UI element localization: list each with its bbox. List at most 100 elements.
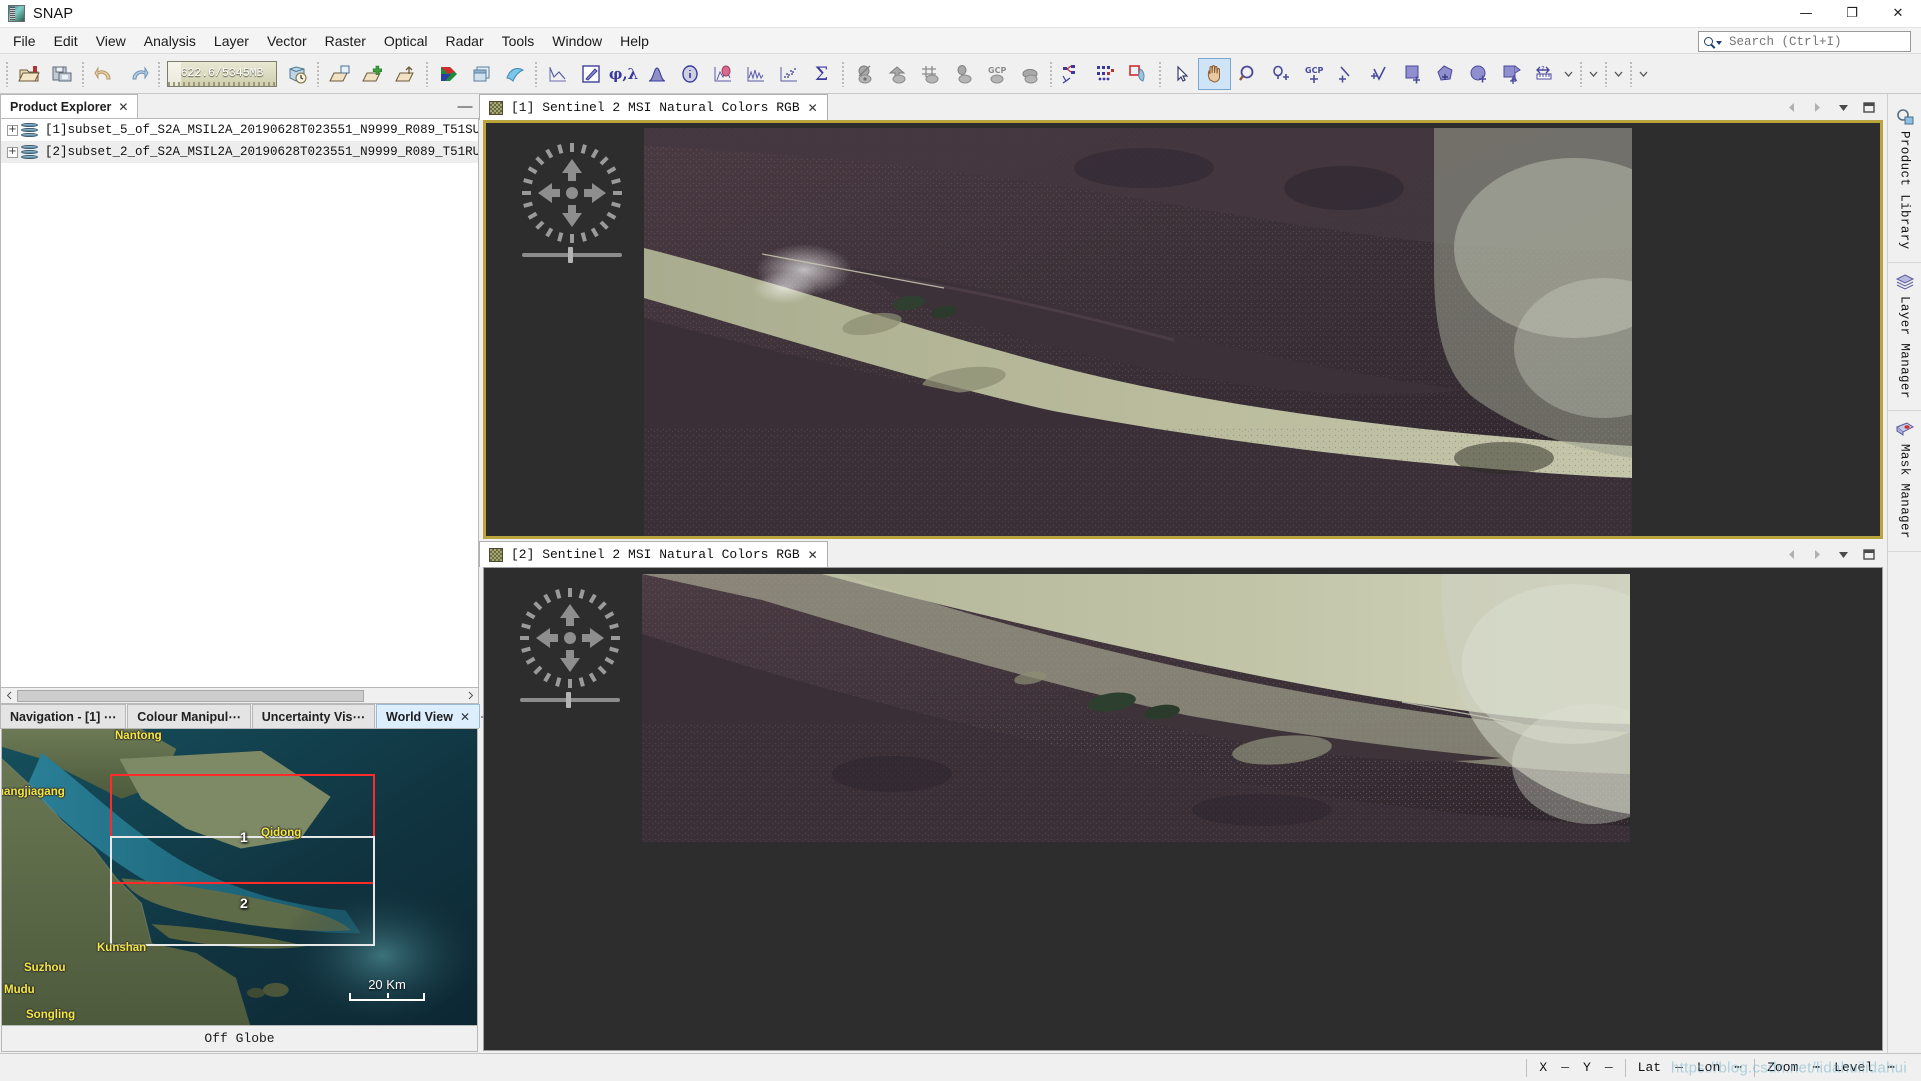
scroll-right-icon[interactable] — [462, 689, 478, 703]
scrollbar-track[interactable] — [17, 688, 462, 703]
selection-tool-button[interactable] — [1165, 58, 1198, 90]
tab-scroll-left-icon[interactable] — [1783, 97, 1799, 117]
menu-optical[interactable]: Optical — [375, 30, 437, 52]
pin-manager-button[interactable] — [574, 58, 607, 90]
geo-coding-button[interactable]: φ,λ — [607, 58, 640, 90]
graticule-overlay-button[interactable] — [914, 58, 947, 90]
analysis-info-button[interactable] — [673, 58, 706, 90]
tab-scroll-left-icon[interactable] — [1783, 544, 1799, 564]
statistics-button[interactable]: Σ — [805, 58, 838, 90]
menu-tools[interactable]: Tools — [493, 30, 544, 52]
menu-radar[interactable]: Radar — [436, 30, 492, 52]
pan-tool-button[interactable] — [1198, 57, 1231, 90]
rail-mask-manager[interactable]: Mask Manager — [1888, 413, 1921, 553]
restore-button[interactable]: ❐ — [1829, 0, 1875, 28]
ellipse-drawing-tool-button[interactable] — [1462, 58, 1495, 90]
zoom-tool-button[interactable] — [1231, 58, 1264, 90]
export-product-button[interactable] — [389, 58, 422, 90]
histogram-plot-button[interactable] — [739, 58, 772, 90]
menu-raster[interactable]: Raster — [316, 30, 375, 52]
menu-layer[interactable]: Layer — [205, 30, 258, 52]
menu-window[interactable]: Window — [543, 30, 611, 52]
memory-monitor[interactable]: 622.6/5345MB — [167, 60, 277, 87]
world-view-canvas[interactable]: Nantong Zhangjiagang Qidong Kunshan Suzh… — [1, 729, 478, 1026]
open-subset-button[interactable] — [323, 58, 356, 90]
scrollbar-thumb[interactable] — [17, 689, 365, 702]
tab-uncertainty-visualisation[interactable]: Uncertainty Vis⋯ — [251, 704, 376, 728]
menu-file[interactable]: File — [4, 30, 45, 52]
maximize-view-icon[interactable] — [1861, 544, 1877, 564]
minimize-panel-button[interactable]: — — [451, 94, 479, 118]
graph-builder-button[interactable] — [1056, 58, 1089, 90]
gcp-overlay-button[interactable]: GCP — [980, 58, 1013, 90]
maximize-view-icon[interactable] — [1861, 97, 1877, 117]
minimize-button[interactable]: — — [1783, 0, 1829, 28]
open-rgb-image-button[interactable] — [432, 58, 465, 90]
close-icon[interactable]: ✕ — [808, 548, 818, 562]
pan-compass-widget[interactable] — [520, 141, 624, 265]
product-tree[interactable]: + [1] subset_5_of_S2A_MSIL2A_20190628T02… — [0, 119, 479, 688]
toolbar-overflow-chevron[interactable] — [1561, 58, 1576, 90]
view-2-image-canvas[interactable] — [483, 567, 1883, 1051]
tab-navigation[interactable]: Navigation - [1] ⋯ — [0, 704, 127, 728]
open-image-window-button[interactable] — [465, 58, 498, 90]
menu-edit[interactable]: Edit — [45, 30, 87, 52]
polyline-drawing-tool-button[interactable] — [1363, 58, 1396, 90]
close-icon[interactable]: ✕ — [118, 100, 128, 114]
menu-view[interactable]: View — [87, 30, 135, 52]
profile-plot-button[interactable] — [541, 58, 574, 90]
rail-layer-manager[interactable]: Layer Manager — [1888, 265, 1921, 412]
pan-compass-widget[interactable] — [518, 586, 622, 710]
product-tree-row-2[interactable]: + [2] subset_2_of_S2A_MSIL2A_20190628T02… — [1, 141, 478, 163]
band-maths-button[interactable] — [498, 58, 531, 90]
expand-icon[interactable]: + — [7, 146, 18, 158]
open-product-button[interactable] — [12, 58, 45, 90]
tab-view-1[interactable]: [1] Sentinel 2 MSI Natural Colors RGB ✕ — [479, 94, 828, 120]
rail-product-library[interactable]: Product Library — [1888, 100, 1921, 263]
tab-scroll-right-icon[interactable] — [1809, 97, 1825, 117]
reopen-product-button[interactable] — [280, 58, 313, 90]
toolbar-overflow-chevron-3[interactable] — [1611, 58, 1626, 90]
scatter-plot-button[interactable] — [772, 58, 805, 90]
product-tree-horizontal-scrollbar[interactable] — [0, 688, 479, 704]
search-box[interactable] — [1698, 31, 1911, 52]
magic-wand-tool-button[interactable] — [1495, 58, 1528, 90]
close-icon[interactable]: ✕ — [460, 710, 470, 724]
compass-ring-icon[interactable] — [518, 586, 622, 690]
information-button[interactable] — [640, 58, 673, 90]
product-tree-row-1[interactable]: + [1] subset_5_of_S2A_MSIL2A_20190628T02… — [1, 119, 478, 141]
range-finder-tool-button[interactable]: ? — [1528, 58, 1561, 90]
tab-colour-manipulation[interactable]: Colour Manipul⋯ — [127, 704, 251, 728]
import-product-button[interactable] — [356, 58, 389, 90]
no-data-overlay-button[interactable] — [848, 58, 881, 90]
colour-manipulation-button[interactable] — [706, 58, 739, 90]
expand-icon[interactable]: + — [7, 124, 18, 136]
tab-product-explorer[interactable]: Product Explorer ✕ — [0, 94, 139, 118]
rectangle-drawing-tool-button[interactable] — [1396, 58, 1429, 90]
redo-button[interactable] — [121, 58, 154, 90]
line-drawing-tool-button[interactable] — [1330, 58, 1363, 90]
batch-processing-button[interactable] — [1089, 58, 1122, 90]
tab-view-2[interactable]: [2] Sentinel 2 MSI Natural Colors RGB ✕ — [479, 541, 828, 567]
close-icon[interactable]: ✕ — [808, 101, 818, 115]
menu-analysis[interactable]: Analysis — [135, 30, 205, 52]
menu-vector[interactable]: Vector — [258, 30, 316, 52]
view-1-image-canvas[interactable] — [483, 120, 1883, 539]
search-input[interactable] — [1724, 34, 1910, 49]
pin-overlay-button[interactable] — [947, 58, 980, 90]
toolbar-overflow-chevron-2[interactable] — [1586, 58, 1601, 90]
save-product-button[interactable] — [45, 58, 78, 90]
zoom-slider-knob[interactable] — [568, 247, 573, 263]
compass-ring-icon[interactable] — [520, 141, 624, 245]
subset-tool-button[interactable] — [1122, 58, 1155, 90]
scroll-left-icon[interactable] — [1, 689, 17, 703]
tab-list-dropdown-icon[interactable] — [1835, 544, 1851, 564]
menu-help[interactable]: Help — [611, 30, 658, 52]
mask-overlay-button[interactable] — [1013, 58, 1046, 90]
undo-button[interactable] — [88, 58, 121, 90]
gcp-placing-tool-button[interactable]: GCP — [1297, 58, 1330, 90]
close-button[interactable]: ✕ — [1875, 0, 1921, 28]
toolbar-overflow-chevron-4[interactable] — [1636, 58, 1651, 90]
zoom-slider-knob[interactable] — [566, 692, 571, 708]
geometry-overlay-button[interactable] — [881, 58, 914, 90]
